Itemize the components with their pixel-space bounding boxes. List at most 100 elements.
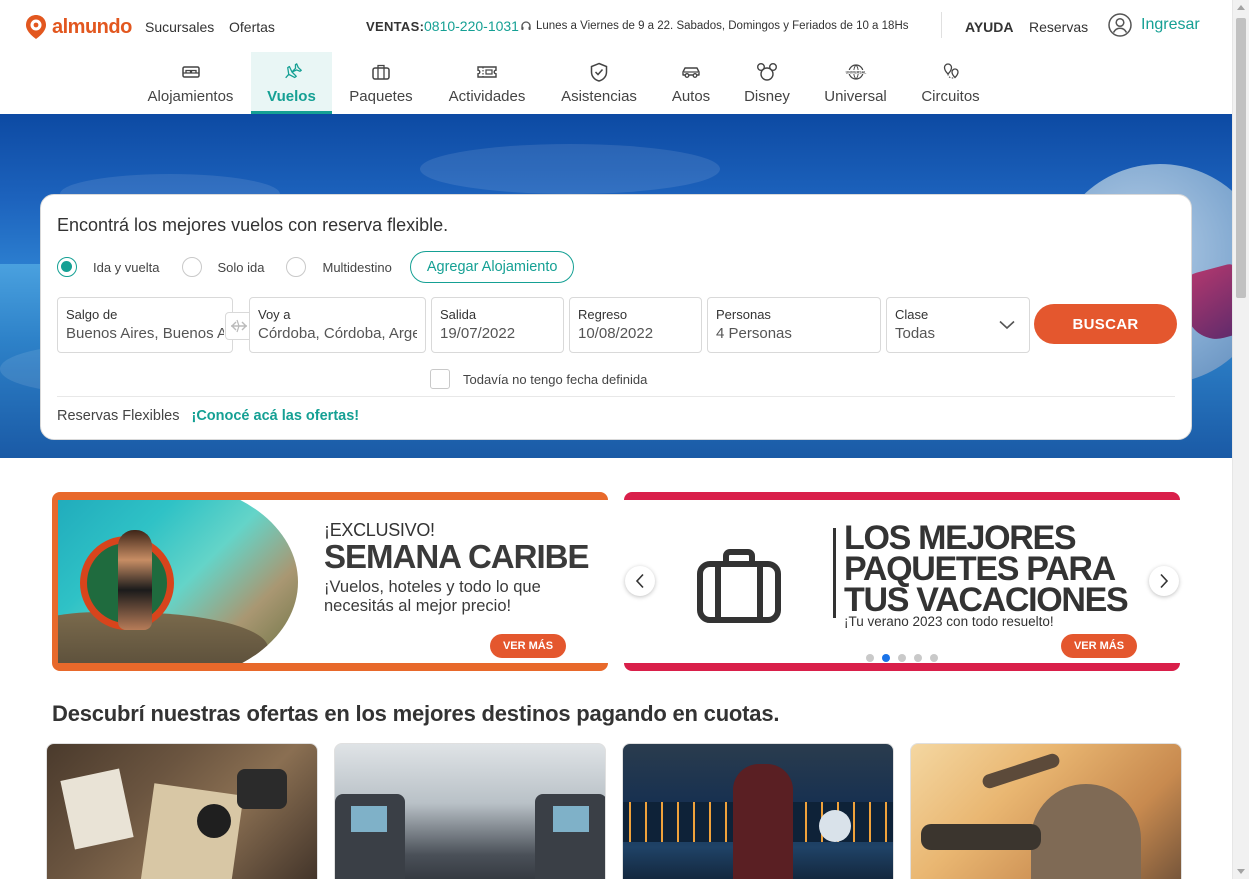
nav-label: Vuelos (267, 88, 316, 105)
photo-seats (921, 824, 1041, 850)
radio-indicator (181, 257, 202, 277)
destination-field[interactable]: Voy a Córdoba, Córdoba, Argentina (249, 297, 426, 353)
paquetes-banner[interactable]: LOS MEJORES PAQUETES PARA TUS VACACIONES… (624, 492, 1180, 671)
carousel-dot[interactable] (882, 654, 890, 662)
sales-hours-text: Lunes a Viernes de 9 a 22. Sabados, Domi… (536, 20, 909, 32)
photo-travel-items (197, 804, 231, 838)
nav-asistencias[interactable]: Asistencias (544, 52, 654, 114)
sucursales-link[interactable]: Sucursales (145, 19, 214, 35)
nav-label: Autos (671, 88, 711, 105)
ventas-label: VENTAS: (366, 19, 425, 34)
photo-travel-items (60, 768, 134, 850)
nav-vuelos[interactable]: Vuelos (251, 52, 332, 114)
return-value: 10/08/2022 (578, 325, 654, 342)
radio-ida-y-vuelta[interactable]: Ida y vuelta (57, 257, 160, 277)
search-submit-button[interactable]: BUSCAR (1034, 304, 1177, 344)
paquetes-title: LOS MEJORES PAQUETES PARA TUS VACACIONES (844, 519, 1129, 619)
radio-solo-ida[interactable]: Solo ida (181, 257, 265, 277)
chevron-left-icon (635, 573, 644, 589)
destination-label: Voy a (258, 307, 291, 322)
paquetes-subtitle: ¡Tu verano 2023 con todo resuelto! (844, 614, 1054, 629)
card-divider (57, 396, 1175, 397)
flexible-booking-row: Reservas Flexibles ¡Conocé acá las ofert… (57, 408, 359, 424)
offer-card[interactable] (334, 743, 606, 879)
sales-hours: Lunes a Viernes de 9 a 22. Sabados, Domi… (520, 20, 909, 32)
ofertas-link[interactable]: Ofertas (229, 19, 275, 35)
caribe-ver-mas-button[interactable]: VER MÁS (490, 634, 566, 658)
photo-travel-items (237, 769, 287, 809)
carousel-dot[interactable] (866, 654, 874, 662)
return-date-field[interactable]: Regreso 10/08/2022 (569, 297, 702, 353)
no-date-checkbox[interactable]: Todavía no tengo fecha definida (430, 369, 647, 389)
destination-value: Córdoba, Córdoba, Argentina (258, 325, 417, 342)
carousel-dot[interactable] (898, 654, 906, 662)
nav-actividades[interactable]: Actividades (430, 52, 544, 114)
radio-label: Solo ida (217, 259, 265, 275)
flexible-offers-link[interactable]: ¡Conocé acá las ofertas! (192, 408, 360, 424)
carousel-next-button[interactable] (1149, 566, 1179, 596)
svg-text:UNIVERSAL: UNIVERSAL (845, 70, 866, 74)
login-button[interactable]: Ingresar (1108, 13, 1200, 37)
product-nav: Alojamientos Vuelos Paquetes Actividades… (130, 52, 996, 114)
carousel-dot[interactable] (930, 654, 938, 662)
nav-label: Asistencias (561, 88, 637, 105)
photo-plane (980, 751, 1062, 791)
scroll-up-arrow[interactable] (1237, 5, 1245, 10)
radio-indicator (57, 257, 77, 277)
photo-travel-items (140, 783, 244, 879)
agregar-alojamiento-button[interactable]: Agregar Alojamiento (409, 251, 575, 283)
hero-wave (420, 144, 720, 194)
nav-alojamientos[interactable]: Alojamientos (130, 52, 251, 114)
offers-title: Descubrí nuestras ofertas en los mejores… (52, 701, 780, 726)
photo-traveler (1031, 784, 1141, 879)
passengers-label: Personas (716, 307, 771, 322)
search-title: Encontrá los mejores vuelos con reserva … (57, 215, 449, 235)
origin-field[interactable]: Salgo de Buenos Aires, Buenos Aires, Arg… (57, 297, 233, 353)
almundo-logo[interactable]: almundo (24, 14, 132, 40)
offer-card[interactable] (622, 743, 894, 879)
ticket-icon (477, 66, 497, 78)
reservas-link[interactable]: Reservas (1029, 19, 1088, 35)
departure-value: 19/07/2022 (440, 325, 516, 342)
radio-multidestino[interactable]: Multidestino (286, 257, 392, 277)
nav-circuitos[interactable]: Circuitos (905, 52, 996, 114)
carousel-prev-button[interactable] (625, 566, 655, 596)
paquetes-ver-mas-button[interactable]: VER MÁS (1061, 634, 1137, 658)
passengers-field[interactable]: Personas 4 Personas (707, 297, 881, 353)
departure-label: Salida (440, 307, 477, 322)
sales-phone-link[interactable]: 0810-220-1031 (424, 18, 519, 34)
caribe-rocks (58, 612, 268, 663)
ayuda-link[interactable]: AYUDA (965, 19, 1014, 35)
radio-label: Ida y vuelta (93, 259, 160, 275)
top-bar: almundo Sucursales Ofertas VENTAS: 0810-… (0, 0, 1232, 52)
nav-label: Universal (824, 88, 887, 105)
cabin-class-select[interactable]: Clase Todas (886, 297, 1030, 353)
offer-card[interactable] (46, 743, 318, 879)
departure-date-field[interactable]: Salida 19/07/2022 (431, 297, 564, 353)
nav-paquetes[interactable]: Paquetes (332, 52, 430, 114)
offer-card[interactable] (910, 743, 1182, 879)
semana-caribe-banner[interactable]: ¡EXCLUSIVO! SEMANA CARIBE ¡Vuelos, hotel… (52, 492, 608, 671)
plane-icon (284, 63, 302, 79)
nav-label: Actividades (448, 88, 526, 105)
brand-name: almundo (52, 15, 132, 38)
nav-label: Paquetes (349, 88, 413, 105)
nav-label: Disney (744, 88, 790, 105)
scroll-down-arrow[interactable] (1237, 869, 1245, 874)
suitcase-icon (697, 549, 781, 623)
shield-icon (590, 62, 608, 82)
chevron-down-icon (999, 320, 1015, 330)
carousel-dot[interactable] (914, 654, 922, 662)
photo-traveler (733, 764, 793, 879)
page-scrollbar[interactable] (1232, 0, 1249, 879)
mickey-icon (757, 63, 777, 81)
origin-label: Salgo de (66, 307, 118, 322)
nav-universal[interactable]: UNIVERSAL Universal (806, 52, 905, 114)
radio-label: Multidestino (322, 259, 392, 275)
nav-label: Alojamientos (147, 88, 234, 105)
nav-disney[interactable]: Disney (728, 52, 806, 114)
chevron-right-icon (1160, 573, 1169, 589)
caribe-photo (58, 500, 298, 663)
nav-autos[interactable]: Autos (654, 52, 728, 114)
scroll-thumb[interactable] (1236, 18, 1246, 298)
